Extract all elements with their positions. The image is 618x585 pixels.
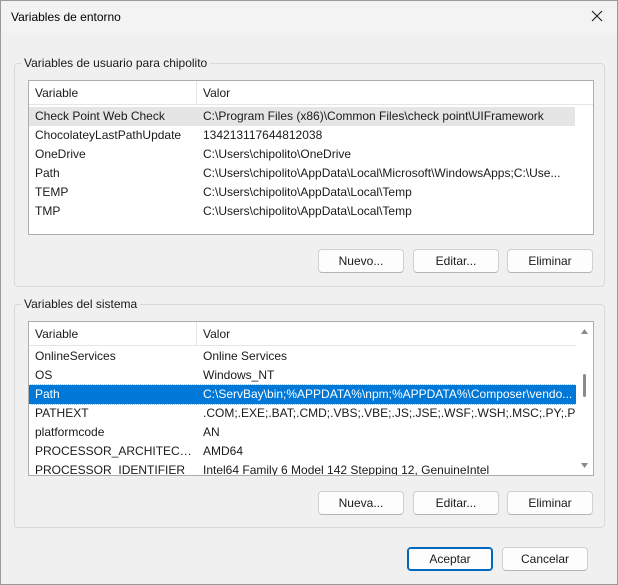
system-variables-legend: Variables del sistema: [21, 297, 141, 311]
scroll-thumb[interactable]: [583, 374, 586, 397]
caret-up-icon: [581, 329, 588, 334]
list-item[interactable]: PROCESSOR_ARCHITECTURE AMD64: [29, 442, 576, 461]
edit-user-variable-button[interactable]: Editar...: [413, 249, 499, 273]
variable-value: AN: [203, 425, 220, 439]
delete-system-variable-button[interactable]: Eliminar: [507, 491, 593, 515]
title-bar: Variables de entorno: [1, 1, 617, 33]
list-item[interactable]: PROCESSOR_IDENTIFIER Intel64 Family 6 Mo…: [29, 461, 576, 476]
vertical-scrollbar[interactable]: [576, 322, 593, 475]
system-variables-group: Variables del sistema Variable Valor Onl…: [14, 297, 605, 528]
list-item[interactable]: OS Windows_NT: [29, 366, 576, 385]
column-header-variable[interactable]: Variable: [29, 81, 197, 105]
close-icon: [591, 10, 603, 22]
list-item[interactable]: Check Point Web Check C:\Program Files (…: [29, 107, 575, 126]
variable-value: C:\Program Files (x86)\Common Files\chec…: [203, 109, 544, 123]
list-item-selected[interactable]: Path C:\ServBay\bin;%APPDATA%\npm;%APPDA…: [29, 384, 577, 405]
list-item[interactable]: Path C:\Users\chipolito\AppData\Local\Mi…: [29, 164, 575, 183]
variable-value: AMD64: [203, 444, 244, 458]
variable-value: C:\Users\chipolito\AppData\Local\Temp: [203, 185, 412, 199]
user-variables-group: Variables de usuario para chipolito Vari…: [14, 56, 605, 287]
column-header-value[interactable]: Valor: [197, 81, 593, 105]
scroll-up-arrow[interactable]: [576, 323, 593, 340]
new-system-variable-button[interactable]: Nueva...: [318, 491, 404, 515]
user-variables-legend: Variables de usuario para chipolito: [21, 56, 211, 70]
ok-button[interactable]: Aceptar: [407, 547, 493, 571]
variable-value: .COM;.EXE;.BAT;.CMD;.VBS;.VBE;.JS;.JSE;.…: [203, 406, 594, 420]
edit-system-variable-button[interactable]: Editar...: [413, 491, 499, 515]
column-header-value[interactable]: Valor: [197, 322, 576, 346]
list-header: Variable Valor: [29, 322, 576, 346]
environment-variables-dialog: Variables de entorno Variables de usuari…: [0, 0, 618, 585]
variable-name: Check Point Web Check: [35, 109, 165, 123]
delete-user-variable-button[interactable]: Eliminar: [507, 249, 593, 273]
variable-name: Path: [35, 387, 60, 401]
list-item[interactable]: TMP C:\Users\chipolito\AppData\Local\Tem…: [29, 202, 575, 221]
column-header-variable[interactable]: Variable: [29, 322, 197, 346]
cancel-button[interactable]: Cancelar: [502, 547, 588, 571]
list-item[interactable]: ChocolateyLastPathUpdate 134213117644812…: [29, 126, 575, 145]
variable-value: C:\Users\chipolito\OneDrive: [203, 147, 352, 161]
variable-name: PROCESSOR_IDENTIFIER: [35, 463, 186, 476]
variable-name: platformcode: [35, 425, 105, 439]
variable-name: TMP: [35, 204, 61, 218]
system-variables-list[interactable]: Variable Valor OnlineServices Online Ser…: [28, 321, 594, 476]
variable-value: Intel64 Family 6 Model 142 Stepping 12, …: [203, 463, 490, 476]
list-item[interactable]: platformcode AN: [29, 423, 576, 442]
scroll-down-arrow[interactable]: [576, 457, 593, 474]
user-variables-list[interactable]: Variable Valor Check Point Web Check C:\…: [28, 80, 594, 235]
variable-value: C:\ServBay\bin;%APPDATA%\npm;%APPDATA%\C…: [203, 387, 573, 401]
variable-name: PROCESSOR_ARCHITECTURE: [35, 444, 195, 458]
variable-name: OnlineServices: [35, 349, 116, 363]
variable-value: C:\Users\chipolito\AppData\Local\Microso…: [203, 166, 561, 180]
new-user-variable-button[interactable]: Nuevo...: [318, 249, 404, 273]
list-item[interactable]: OnlineServices Online Services: [29, 347, 576, 366]
window-title: Variables de entorno: [11, 10, 121, 24]
list-header: Variable Valor: [29, 81, 593, 105]
variable-name: TEMP: [35, 185, 69, 199]
variable-value: C:\Users\chipolito\AppData\Local\Temp: [203, 204, 412, 218]
list-item[interactable]: OneDrive C:\Users\chipolito\OneDrive: [29, 145, 575, 164]
variable-name: Path: [35, 166, 60, 180]
variable-name: ChocolateyLastPathUpdate: [35, 128, 182, 142]
variable-value: Online Services: [203, 349, 288, 363]
caret-down-icon: [581, 463, 588, 468]
variable-name: PATHEXT: [35, 406, 89, 420]
list-item[interactable]: TEMP C:\Users\chipolito\AppData\Local\Te…: [29, 183, 575, 202]
variable-value: 134213117644812038: [203, 128, 323, 142]
list-item[interactable]: PATHEXT .COM;.EXE;.BAT;.CMD;.VBS;.VBE;.J…: [29, 404, 593, 423]
variable-name: OneDrive: [35, 147, 86, 161]
variable-name: OS: [35, 368, 53, 382]
close-button[interactable]: [579, 2, 615, 30]
variable-value: Windows_NT: [203, 368, 275, 382]
